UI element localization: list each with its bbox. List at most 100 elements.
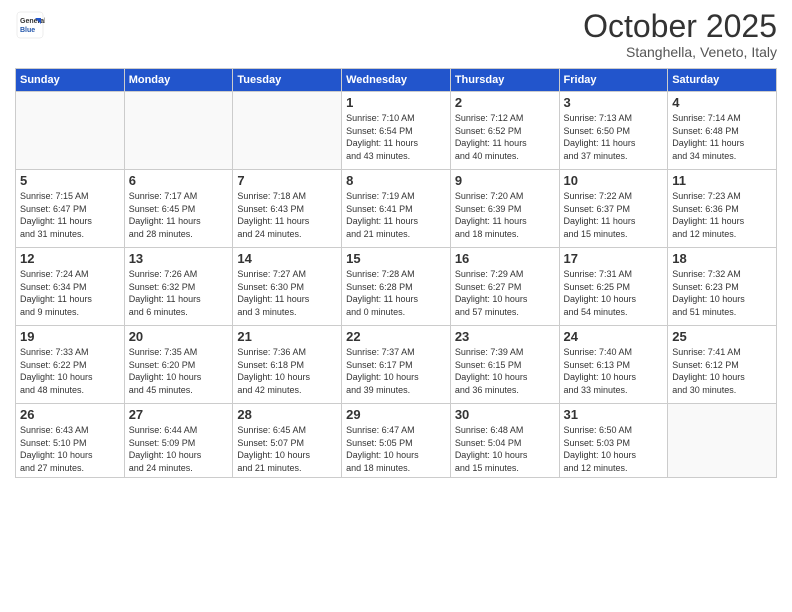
calendar-cell: 17Sunrise: 7:31 AM Sunset: 6:25 PM Dayli… [559, 248, 668, 326]
calendar-cell [16, 92, 125, 170]
month-title: October 2025 [583, 10, 777, 42]
week-row-1: 1 Sunrise: 7:10 AM Sunset: 6:54 PM Daylig… [16, 92, 777, 170]
day-number: 9 [455, 173, 555, 188]
calendar-cell: 12 Sunrise: 7:24 AM Sunset: 6:34 PM Dayli… [16, 248, 125, 326]
day-number: 16 [455, 251, 555, 266]
day-number: 1 [346, 95, 446, 110]
calendar-cell: 8 Sunrise: 7:19 AM Sunset: 6:41 PM Daylig… [342, 170, 451, 248]
calendar-table: SundayMondayTuesdayWednesdayThursdayFrid… [15, 68, 777, 478]
calendar-cell: 20 Sunrise: 7:35 AM Sunset: 6:20 PM Dayli… [124, 326, 233, 404]
logo-icon: General Blue [15, 10, 45, 40]
day-number: 8 [346, 173, 446, 188]
day-number: 28 [237, 407, 337, 422]
day-number: 6 [129, 173, 229, 188]
day-info: Sunrise: 7:18 AM Sunset: 6:43 PM Dayligh… [237, 190, 337, 240]
calendar-cell: 23 Sunrise: 7:39 AM Sunset: 6:15 PM Dayli… [450, 326, 559, 404]
day-number: 12 [20, 251, 120, 266]
calendar-cell: 4 Sunrise: 7:14 AM Sunset: 6:48 PM Daylig… [668, 92, 777, 170]
weekday-header-monday: Monday [124, 69, 233, 92]
day-number: 23 [455, 329, 555, 344]
calendar-cell: 18 Sunrise: 7:32 AM Sunset: 6:23 PM Dayli… [668, 248, 777, 326]
day-info: Sunrise: 7:23 AM Sunset: 6:36 PM Dayligh… [672, 190, 772, 240]
calendar-cell: 21 Sunrise: 7:36 AM Sunset: 6:18 PM Dayli… [233, 326, 342, 404]
day-info: Sunrise: 7:22 AM Sunset: 6:37 PM Dayligh… [564, 190, 664, 240]
day-info: Sunrise: 6:50 AM Sunset: 5:03 PM Dayligh… [564, 424, 664, 474]
header: General Blue October 2025 Stanghella, Ve… [15, 10, 777, 60]
svg-text:Blue: Blue [20, 27, 35, 34]
day-info: Sunrise: 7:12 AM Sunset: 6:52 PM Dayligh… [455, 112, 555, 162]
day-info: Sunrise: 7:36 AM Sunset: 6:18 PM Dayligh… [237, 346, 337, 396]
weekday-header-tuesday: Tuesday [233, 69, 342, 92]
weekday-header-thursday: Thursday [450, 69, 559, 92]
calendar-cell: 31Sunrise: 6:50 AM Sunset: 5:03 PM Dayli… [559, 404, 668, 478]
day-info: Sunrise: 7:20 AM Sunset: 6:39 PM Dayligh… [455, 190, 555, 240]
svg-text:General: General [20, 18, 45, 25]
location-subtitle: Stanghella, Veneto, Italy [583, 44, 777, 60]
calendar-cell: 6 Sunrise: 7:17 AM Sunset: 6:45 PM Daylig… [124, 170, 233, 248]
day-info: Sunrise: 7:33 AM Sunset: 6:22 PM Dayligh… [20, 346, 120, 396]
day-number: 17 [564, 251, 664, 266]
weekday-header-saturday: Saturday [668, 69, 777, 92]
day-number: 15 [346, 251, 446, 266]
day-info: Sunrise: 6:47 AM Sunset: 5:05 PM Dayligh… [346, 424, 446, 474]
day-number: 7 [237, 173, 337, 188]
calendar-cell: 9 Sunrise: 7:20 AM Sunset: 6:39 PM Daylig… [450, 170, 559, 248]
day-number: 18 [672, 251, 772, 266]
week-row-3: 12 Sunrise: 7:24 AM Sunset: 6:34 PM Dayli… [16, 248, 777, 326]
day-info: Sunrise: 7:13 AM Sunset: 6:50 PM Dayligh… [564, 112, 664, 162]
calendar-cell: 19Sunrise: 7:33 AM Sunset: 6:22 PM Dayli… [16, 326, 125, 404]
weekday-header-sunday: Sunday [16, 69, 125, 92]
day-number: 5 [20, 173, 120, 188]
day-number: 20 [129, 329, 229, 344]
day-info: Sunrise: 7:19 AM Sunset: 6:41 PM Dayligh… [346, 190, 446, 240]
day-info: Sunrise: 7:40 AM Sunset: 6:13 PM Dayligh… [564, 346, 664, 396]
calendar-cell: 30Sunrise: 6:48 AM Sunset: 5:04 PM Dayli… [450, 404, 559, 478]
day-info: Sunrise: 7:15 AM Sunset: 6:47 PM Dayligh… [20, 190, 120, 240]
week-row-5: 26Sunrise: 6:43 AM Sunset: 5:10 PM Dayli… [16, 404, 777, 478]
day-info: Sunrise: 6:44 AM Sunset: 5:09 PM Dayligh… [129, 424, 229, 474]
weekday-header-wednesday: Wednesday [342, 69, 451, 92]
day-info: Sunrise: 7:39 AM Sunset: 6:15 PM Dayligh… [455, 346, 555, 396]
calendar-cell: 14Sunrise: 7:27 AM Sunset: 6:30 PM Dayli… [233, 248, 342, 326]
weekday-header-row: SundayMondayTuesdayWednesdayThursdayFrid… [16, 69, 777, 92]
calendar-cell: 26Sunrise: 6:43 AM Sunset: 5:10 PM Dayli… [16, 404, 125, 478]
day-info: Sunrise: 7:37 AM Sunset: 6:17 PM Dayligh… [346, 346, 446, 396]
calendar-cell: 25Sunrise: 7:41 AM Sunset: 6:12 PM Dayli… [668, 326, 777, 404]
calendar-cell: 3 Sunrise: 7:13 AM Sunset: 6:50 PM Daylig… [559, 92, 668, 170]
day-info: Sunrise: 7:32 AM Sunset: 6:23 PM Dayligh… [672, 268, 772, 318]
day-info: Sunrise: 7:14 AM Sunset: 6:48 PM Dayligh… [672, 112, 772, 162]
calendar-cell [668, 404, 777, 478]
day-number: 4 [672, 95, 772, 110]
day-info: Sunrise: 7:24 AM Sunset: 6:34 PM Dayligh… [20, 268, 120, 318]
calendar-cell: 2Sunrise: 7:12 AM Sunset: 6:52 PM Daylig… [450, 92, 559, 170]
day-number: 21 [237, 329, 337, 344]
calendar-cell: 15 Sunrise: 7:28 AM Sunset: 6:28 PM Dayli… [342, 248, 451, 326]
calendar-cell: 13Sunrise: 7:26 AM Sunset: 6:32 PM Dayli… [124, 248, 233, 326]
title-block: October 2025 Stanghella, Veneto, Italy [583, 10, 777, 60]
calendar-cell: 29 Sunrise: 6:47 AM Sunset: 5:05 PM Dayli… [342, 404, 451, 478]
day-number: 10 [564, 173, 664, 188]
day-info: Sunrise: 7:27 AM Sunset: 6:30 PM Dayligh… [237, 268, 337, 318]
day-info: Sunrise: 7:35 AM Sunset: 6:20 PM Dayligh… [129, 346, 229, 396]
day-info: Sunrise: 7:10 AM Sunset: 6:54 PM Dayligh… [346, 112, 446, 162]
day-info: Sunrise: 7:28 AM Sunset: 6:28 PM Dayligh… [346, 268, 446, 318]
calendar-page: General Blue October 2025 Stanghella, Ve… [0, 0, 792, 612]
weekday-header-friday: Friday [559, 69, 668, 92]
day-number: 3 [564, 95, 664, 110]
day-number: 25 [672, 329, 772, 344]
calendar-cell: 22Sunrise: 7:37 AM Sunset: 6:17 PM Dayli… [342, 326, 451, 404]
calendar-cell: 11Sunrise: 7:23 AM Sunset: 6:36 PM Dayli… [668, 170, 777, 248]
calendar-cell: 5 Sunrise: 7:15 AM Sunset: 6:47 PM Daylig… [16, 170, 125, 248]
calendar-cell [124, 92, 233, 170]
day-info: Sunrise: 7:17 AM Sunset: 6:45 PM Dayligh… [129, 190, 229, 240]
calendar-cell: 16Sunrise: 7:29 AM Sunset: 6:27 PM Dayli… [450, 248, 559, 326]
calendar-cell: 24 Sunrise: 7:40 AM Sunset: 6:13 PM Dayli… [559, 326, 668, 404]
calendar-cell [233, 92, 342, 170]
day-number: 29 [346, 407, 446, 422]
logo: General Blue [15, 10, 45, 40]
week-row-2: 5 Sunrise: 7:15 AM Sunset: 6:47 PM Daylig… [16, 170, 777, 248]
day-info: Sunrise: 6:48 AM Sunset: 5:04 PM Dayligh… [455, 424, 555, 474]
calendar-cell: 7 Sunrise: 7:18 AM Sunset: 6:43 PM Daylig… [233, 170, 342, 248]
day-number: 24 [564, 329, 664, 344]
day-number: 13 [129, 251, 229, 266]
